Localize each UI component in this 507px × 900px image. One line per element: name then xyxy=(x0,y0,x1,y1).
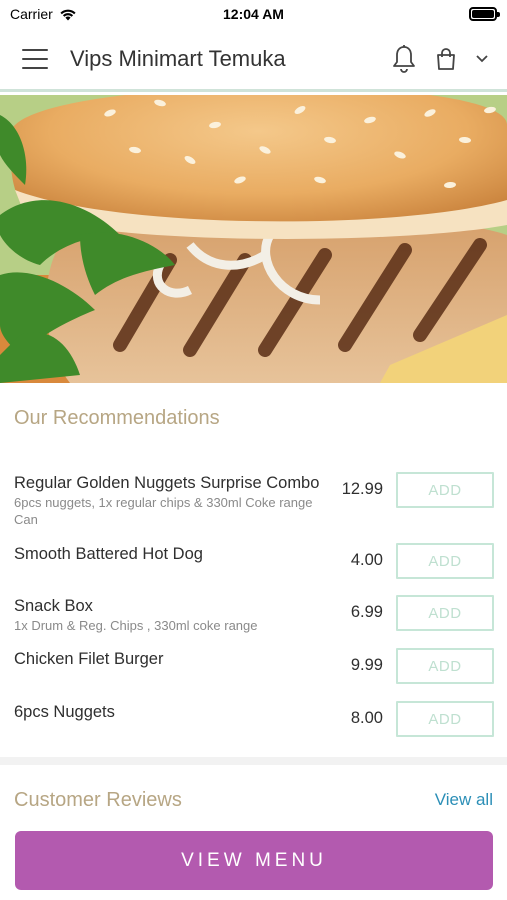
reviews-title: Customer Reviews xyxy=(14,789,182,811)
add-button[interactable]: ADD xyxy=(396,595,494,631)
chevron-down-icon[interactable] xyxy=(475,54,489,64)
item-price: 4.00 xyxy=(350,551,383,569)
add-button[interactable]: ADD xyxy=(396,648,494,684)
item-price: 9.99 xyxy=(350,656,383,674)
item-name: Snack Box xyxy=(14,597,93,615)
battery-icon xyxy=(469,7,500,21)
add-button[interactable]: ADD xyxy=(396,701,494,737)
item-price: 6.99 xyxy=(350,603,383,621)
view-all-link[interactable]: View all xyxy=(435,790,493,810)
item-price: 8.00 xyxy=(350,709,383,727)
item-name: Regular Golden Nuggets Surprise Combo xyxy=(14,474,320,492)
item-description: 6pcs nuggets, 1x regular chips & 330ml C… xyxy=(14,495,313,527)
item-name: Smooth Battered Hot Dog xyxy=(14,545,203,563)
app-header: Vips Minimart Temuka xyxy=(0,28,507,92)
item-name: Chicken Filet Burger xyxy=(14,650,164,668)
hamburger-icon[interactable] xyxy=(22,48,48,69)
battery-level xyxy=(472,10,494,18)
add-button[interactable]: ADD xyxy=(396,543,494,579)
hero-image xyxy=(0,95,507,383)
add-button[interactable]: ADD xyxy=(396,472,494,508)
wifi-icon xyxy=(60,9,76,20)
burger-image xyxy=(0,95,507,383)
item-name: 6pcs Nuggets xyxy=(14,703,115,721)
shopping-bag-icon[interactable] xyxy=(435,47,457,71)
header-actions xyxy=(391,44,489,74)
recommendations-title: Our Recommendations xyxy=(14,407,220,429)
bell-icon[interactable] xyxy=(391,44,417,74)
status-left: Carrier xyxy=(10,6,77,22)
view-menu-button[interactable]: VIEW MENU xyxy=(15,831,493,890)
page-title: Vips Minimart Temuka xyxy=(70,45,286,71)
status-bar: Carrier 12:04 AM xyxy=(0,0,507,28)
item-description: 1x Drum & Reg. Chips , 330ml coke range xyxy=(14,618,258,633)
carrier-label: Carrier xyxy=(10,6,53,22)
item-price: 12.99 xyxy=(341,480,383,498)
section-divider xyxy=(0,757,507,765)
